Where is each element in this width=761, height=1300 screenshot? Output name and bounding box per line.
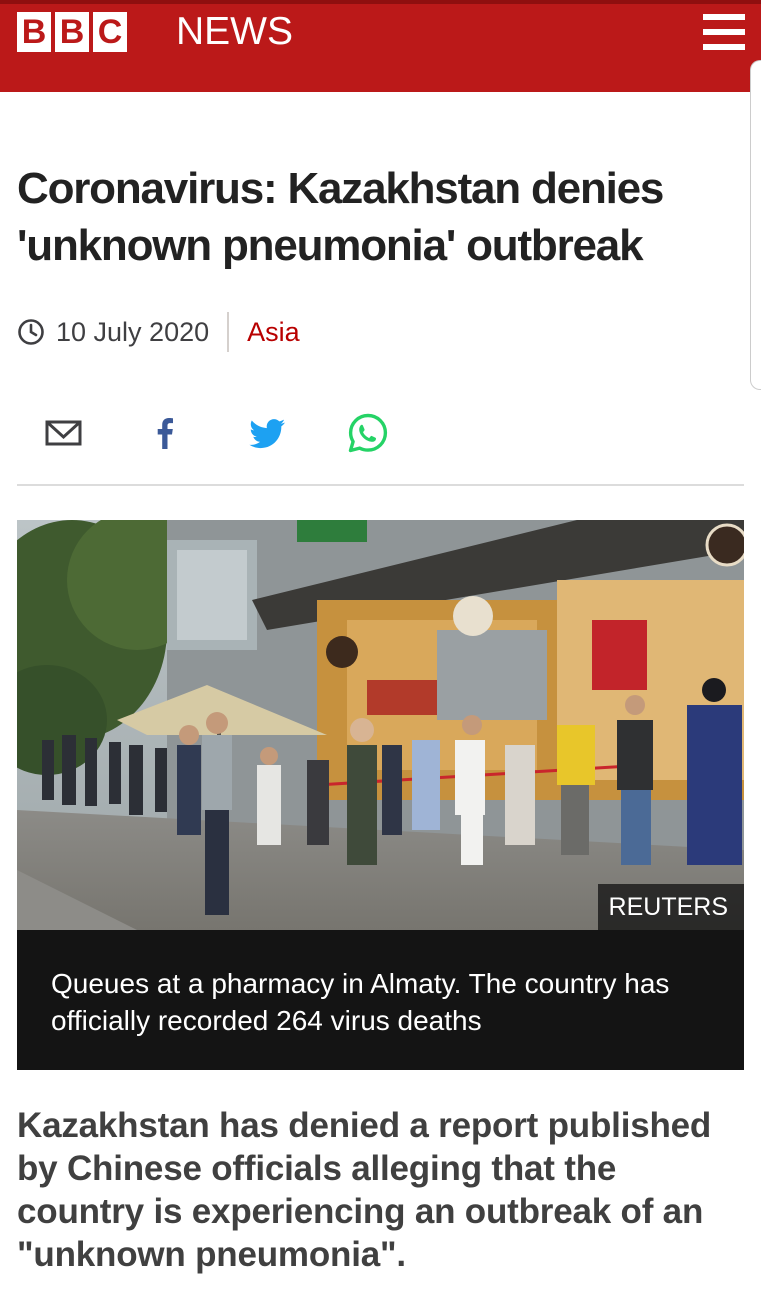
article-meta: 10 July 2020 Asia bbox=[17, 310, 300, 354]
share-email-button[interactable] bbox=[40, 409, 88, 457]
article-lede: Kazakhstan has denied a report published… bbox=[17, 1106, 712, 1274]
photo-credit: REUTERS bbox=[597, 884, 744, 930]
whatsapp-icon bbox=[348, 413, 388, 453]
share-whatsapp-button[interactable] bbox=[344, 409, 392, 457]
scrollbar[interactable] bbox=[750, 60, 761, 390]
article-photo: REUTERS bbox=[17, 520, 744, 930]
article-headline: Coronavirus: Kazakhstan denies 'unknown … bbox=[17, 164, 664, 270]
bbc-logo-letter-c: C bbox=[93, 12, 127, 52]
share-facebook-button[interactable] bbox=[141, 409, 189, 457]
bbc-logo-letter-b2: B bbox=[55, 12, 89, 52]
clock-icon bbox=[18, 319, 44, 345]
meta-divider bbox=[227, 312, 230, 352]
facebook-icon bbox=[157, 418, 173, 449]
photo-caption: Queues at a pharmacy in Almaty. The coun… bbox=[51, 968, 670, 1036]
bbc-logo-letter-b1: B bbox=[17, 12, 51, 52]
caption-box: Queues at a pharmacy in Almaty. The coun… bbox=[17, 930, 744, 1070]
email-icon bbox=[45, 420, 82, 446]
bbc-logo[interactable]: B B C bbox=[17, 12, 127, 52]
hamburger-icon[interactable] bbox=[703, 14, 745, 50]
twitter-icon bbox=[249, 419, 285, 449]
masthead: B B C NEWS bbox=[0, 0, 761, 92]
share-divider bbox=[17, 484, 744, 486]
article-date: 10 July 2020 bbox=[56, 316, 210, 347]
section-link-asia[interactable]: Asia bbox=[247, 317, 300, 348]
share-twitter-button[interactable] bbox=[243, 409, 291, 457]
pharmacy-queue-photo bbox=[17, 520, 744, 930]
masthead-top-border bbox=[0, 0, 761, 4]
news-wordmark[interactable]: NEWS bbox=[176, 10, 293, 54]
